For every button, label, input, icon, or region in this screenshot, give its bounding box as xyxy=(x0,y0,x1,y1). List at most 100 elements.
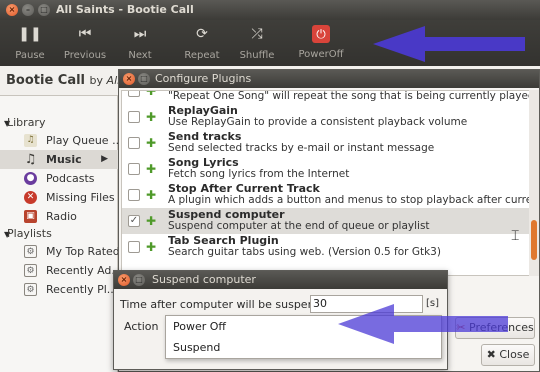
plugins-dialog-titlebar[interactable]: × □ Configure Plugins xyxy=(119,70,539,88)
pause-label: Pause xyxy=(15,50,45,61)
plugin-checkbox[interactable] xyxy=(128,189,140,201)
sidebar-item-label: Podcasts xyxy=(46,172,95,185)
plugin-description: Suspend computer at the end of queue or … xyxy=(168,220,430,232)
radio-icon: ▣ xyxy=(24,210,37,223)
smart-playlist-icon: ⚙ xyxy=(24,245,37,258)
repeat-button[interactable]: ⟳ Repeat xyxy=(174,24,230,61)
shuffle-button[interactable]: ⤮ Shuffle xyxy=(229,24,285,61)
scrollbar-thumb[interactable] xyxy=(531,220,537,260)
playlists-heading: Playlists xyxy=(7,227,52,240)
sidebar-item-label: Missing Files xyxy=(46,191,115,204)
sidebar-item-label: Recently Ad... xyxy=(46,264,118,277)
close-icon: ✖ xyxy=(486,348,496,361)
track-title: Bootie Call xyxy=(6,73,86,88)
plugin-row[interactable]: ✚ Tab Search Plugin Search guitar tabs u… xyxy=(122,234,530,260)
smart-playlist-icon: ⚙ xyxy=(24,264,37,277)
main-window-titlebar[interactable]: × – □ All Saints - Bootie Call xyxy=(0,0,540,20)
sidebar-item-label: Recently Pl... xyxy=(46,283,118,296)
window-minimize-icon[interactable]: – xyxy=(22,4,34,16)
previous-label: Previous xyxy=(63,50,107,61)
plugin-checkbox[interactable] xyxy=(128,137,140,149)
shuffle-label: Shuffle xyxy=(239,50,275,61)
music-note-icon: ♫ xyxy=(24,152,37,167)
sidebar-item-missing-files[interactable]: ✕ Missing Files xyxy=(0,188,118,207)
sidebar-item-recently-played[interactable]: ⚙ Recently Pl... xyxy=(0,280,118,299)
poweroff-label: PowerOff xyxy=(298,49,344,60)
repeat-icon: ⟳ xyxy=(196,26,208,42)
plugin-row[interactable]: ✚ ReplayGain Use ReplayGain to provide a… xyxy=(122,104,530,130)
plugin-description: Send selected tracks by e-mail or instan… xyxy=(168,142,435,154)
plugin-checkbox[interactable] xyxy=(128,163,140,175)
pause-icon: ❚❚ xyxy=(18,26,42,42)
puzzle-piece-icon: ✚ xyxy=(146,162,157,176)
sidebar-item-label: My Top Rated xyxy=(46,245,118,258)
plugin-checkbox-checked[interactable]: ✓ xyxy=(128,215,140,227)
puzzle-piece-icon: ✚ xyxy=(146,110,157,124)
previous-button[interactable]: ⏮ Previous xyxy=(57,24,113,61)
plugins-dialog-title: Configure Plugins xyxy=(155,72,252,85)
suspend-dialog-titlebar[interactable]: × □ Suspend computer xyxy=(114,271,447,289)
smart-playlist-icon: ⚙ xyxy=(24,283,37,296)
puzzle-piece-icon: ✚ xyxy=(146,90,157,98)
sidebar-item-podcasts[interactable]: ● Podcasts xyxy=(0,169,118,188)
chevron-right-icon[interactable]: ▶ xyxy=(101,150,108,169)
action-label: Action xyxy=(124,320,159,333)
puzzle-piece-icon: ✚ xyxy=(146,240,157,254)
next-button[interactable]: ⏭ Next xyxy=(112,24,168,61)
suspend-dialog-title: Suspend computer xyxy=(152,273,256,286)
plugin-row[interactable]: ✚ Song Lyrics Fetch song lyrics from the… xyxy=(122,156,530,182)
close-label: Close xyxy=(499,348,530,361)
plugin-checkbox[interactable] xyxy=(128,111,140,123)
window-maximize-icon[interactable]: □ xyxy=(38,4,50,16)
plugin-list-scrollbar[interactable] xyxy=(529,90,539,276)
text-cursor-icon: ⌶ xyxy=(511,228,520,244)
plugin-description: Use ReplayGain to provide a consistent p… xyxy=(168,116,468,128)
sidebar: ▼ Library ♫ Play Queue ... ♫ Music ▶ ● P… xyxy=(0,96,118,372)
by-label: by xyxy=(89,74,104,87)
queue-icon: ♫ xyxy=(24,134,37,147)
plugin-checkbox[interactable] xyxy=(128,91,140,97)
next-label: Next xyxy=(128,50,152,61)
puzzle-piece-icon: ✚ xyxy=(146,188,157,202)
sidebar-item-label: Play Queue ... xyxy=(46,134,118,147)
plugins-close-icon[interactable]: × xyxy=(123,73,135,85)
suspend-close-icon[interactable]: × xyxy=(118,274,130,286)
sidebar-item-label: Radio xyxy=(46,210,77,223)
plugin-row-selected[interactable]: ✓ ✚ Suspend computer Suspend computer at… xyxy=(122,208,530,234)
sidebar-item-radio[interactable]: ▣ Radio xyxy=(0,207,118,226)
plugin-description: Fetch song lyrics from the Internet xyxy=(168,168,350,180)
window-title: All Saints - Bootie Call xyxy=(56,3,194,16)
plugin-description: A plugin which adds a button and menus t… xyxy=(168,194,530,206)
plugin-row[interactable]: ✚ Stop After Current Track A plugin whic… xyxy=(122,182,530,208)
plugin-checkbox[interactable] xyxy=(128,241,140,253)
sidebar-item-recently-added[interactable]: ⚙ Recently Ad... xyxy=(0,261,118,280)
puzzle-piece-icon: ✚ xyxy=(146,136,157,150)
suspend-time-label: Time after computer will be suspended xyxy=(120,298,336,311)
annotation-arrow-bottom-icon xyxy=(338,304,508,344)
sidebar-item-label: Music xyxy=(46,153,82,166)
plugin-row[interactable]: ✚ "Repeat One Song" will repeat the song… xyxy=(122,90,531,104)
next-icon: ⏭ xyxy=(133,26,147,42)
plugin-description: "Repeat One Song" will repeat the song t… xyxy=(168,90,531,102)
plugin-description: Search guitar tabs using web. (Version 0… xyxy=(168,246,441,258)
puzzle-piece-icon: ✚ xyxy=(146,214,157,228)
plugin-list: ✚ "Repeat One Song" will repeat the song… xyxy=(121,90,531,276)
repeat-label: Repeat xyxy=(184,50,220,61)
plugins-maximize-icon[interactable]: □ xyxy=(138,73,150,85)
close-button[interactable]: ✖ Close xyxy=(481,344,535,366)
shuffle-icon: ⤮ xyxy=(251,26,263,42)
plugin-row[interactable]: ✚ Send tracks Send selected tracks by e-… xyxy=(122,130,530,156)
podcast-icon: ● xyxy=(24,172,37,185)
library-heading: Library xyxy=(7,116,46,129)
sidebar-item-music[interactable]: ♫ Music ▶ xyxy=(0,150,118,169)
annotation-arrow-top-icon xyxy=(373,26,525,62)
sidebar-item-play-queue[interactable]: ♫ Play Queue ... xyxy=(0,131,118,150)
previous-icon: ⏮ xyxy=(78,26,92,42)
pause-button[interactable]: ❚❚ Pause xyxy=(2,24,58,61)
power-icon: ⏻ xyxy=(312,25,330,43)
missing-files-icon: ✕ xyxy=(24,191,37,204)
poweroff-button[interactable]: ⏻ PowerOff xyxy=(293,24,349,60)
suspend-maximize-icon[interactable]: □ xyxy=(133,274,145,286)
window-close-icon[interactable]: × xyxy=(6,4,18,16)
sidebar-item-my-top-rated[interactable]: ⚙ My Top Rated xyxy=(0,242,118,261)
